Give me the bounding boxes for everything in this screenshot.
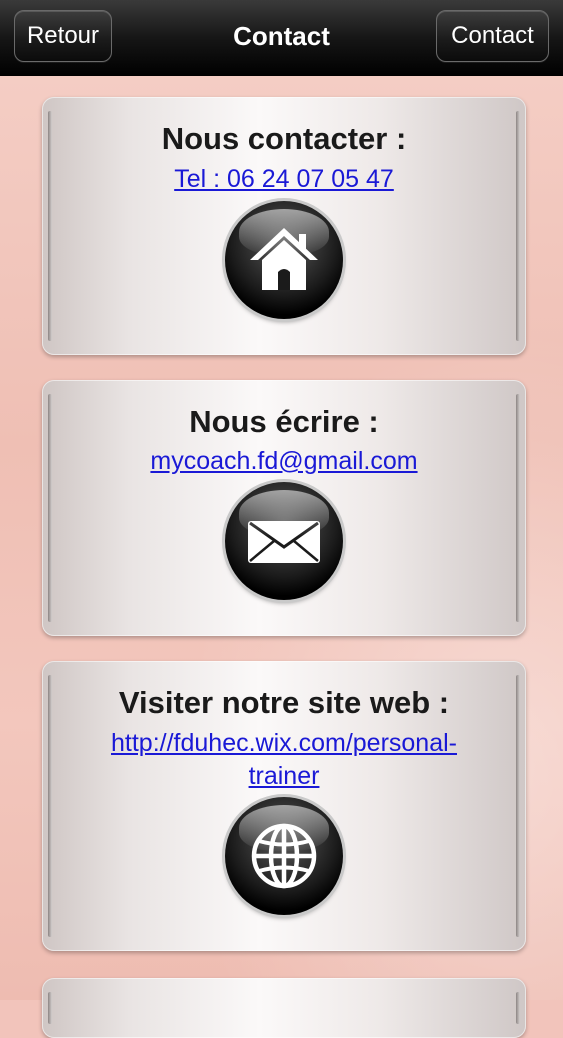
- partial-card: [42, 978, 526, 1038]
- navigation-bar: Contact Retour Contact: [0, 0, 563, 76]
- email-link[interactable]: mycoach.fd@gmail.com: [82, 445, 486, 478]
- contact-card: Nous contacter : Tel : 06 24 07 05 47: [42, 97, 526, 355]
- email-title: Nous écrire :: [189, 404, 379, 439]
- contact-title: Nous contacter :: [161, 121, 407, 156]
- website-button[interactable]: [225, 797, 343, 915]
- back-button[interactable]: Retour: [14, 10, 112, 62]
- website-link-line1[interactable]: http://fduhec.wix.com/personal-: [82, 727, 486, 760]
- website-card: Visiter notre site web : http://fduhec.w…: [42, 661, 526, 951]
- email-button[interactable]: [225, 482, 343, 600]
- website-link-line2[interactable]: trainer: [82, 760, 486, 793]
- globe-icon: [251, 823, 317, 889]
- email-card: Nous écrire : mycoach.fd@gmail.com: [42, 380, 526, 636]
- home-button[interactable]: [225, 201, 343, 319]
- website-title: Visiter notre site web :: [118, 685, 450, 720]
- phone-link[interactable]: Tel : 06 24 07 05 47: [82, 163, 486, 196]
- contact-button[interactable]: Contact: [436, 10, 549, 62]
- mail-icon: [248, 521, 320, 563]
- home-icon: [250, 228, 318, 290]
